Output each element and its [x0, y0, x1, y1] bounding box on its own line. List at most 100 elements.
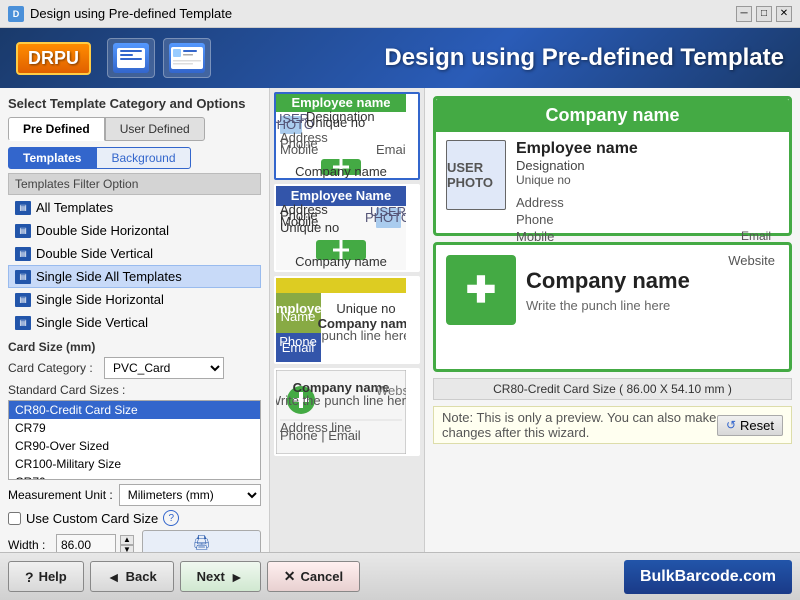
sub-tab-row: Templates Background: [8, 147, 261, 169]
filter-all-templates[interactable]: ▤ All Templates: [8, 196, 261, 219]
printer-icon: 🖨: [193, 534, 211, 551]
tab-predefined[interactable]: Pre Defined: [8, 117, 105, 141]
custom-size-checkbox[interactable]: [8, 512, 21, 525]
card-category-select[interactable]: PVC_Card: [104, 357, 224, 379]
subtab-templates[interactable]: Templates: [8, 147, 96, 169]
filter-single-horizontal[interactable]: ▤ Single Side Horizontal: [8, 288, 261, 311]
width-label: Width :: [8, 538, 52, 552]
address-row: Address: [516, 195, 779, 210]
reset-button[interactable]: ↺ Reset: [717, 415, 783, 436]
card-size-section: Card Size (mm) Card Category : PVC_Card …: [8, 340, 261, 552]
measurement-select[interactable]: Milimeters (mm): [119, 484, 261, 506]
thumb-inner-2: Employee Name USER PHOTO Address Phone M…: [276, 186, 406, 270]
size-info-bar: CR80-Credit Card Size ( 86.00 X 54.10 mm…: [433, 378, 792, 400]
toolbar-left: ? Help ◄ Back Next ► ✕ Cancel: [8, 561, 360, 592]
preview-card-top: Company name USER PHOTO Employee name De…: [433, 96, 792, 236]
close-button[interactable]: ✕: [776, 6, 792, 22]
size-cr79[interactable]: CR79: [9, 419, 260, 437]
svg-text:Unique no: Unique no: [306, 115, 365, 130]
help-label: Help: [39, 569, 67, 584]
right-panel: Company name USER PHOTO Employee name De…: [425, 88, 800, 552]
width-down-btn[interactable]: ▼: [120, 545, 134, 553]
center-panel: Employee name USER PHOTO Designation Uni…: [270, 88, 425, 552]
svg-text:Email: Email: [282, 340, 315, 355]
sizes-list[interactable]: CR80-Credit Card Size CR79 CR90-Over Siz…: [8, 400, 261, 480]
maximize-button[interactable]: □: [756, 6, 772, 22]
title-bar-controls[interactable]: ─ □ ✕: [736, 6, 792, 22]
id-card-inner: [113, 43, 149, 73]
get-size-button[interactable]: 🖨 Get size from Printer: [142, 530, 261, 552]
title-bar-text: Design using Pre-defined Template: [30, 6, 232, 21]
svg-text:Unique no: Unique no: [280, 220, 339, 235]
filter-icon-sv: ▤: [15, 316, 31, 330]
size-cr70[interactable]: CR70: [9, 473, 260, 480]
help-icon[interactable]: ?: [163, 510, 179, 526]
id-card-icon-box-2: [163, 38, 211, 78]
header-title: Design using Pre-defined Template: [384, 44, 784, 72]
panel-title: Select Template Category and Options: [8, 96, 261, 111]
cancel-button[interactable]: ✕ Cancel: [267, 561, 360, 592]
width-input[interactable]: [56, 534, 116, 553]
template-thumb-3[interactable]: Employee Name Phone Email Unique no Comp…: [274, 276, 420, 364]
svg-text:Mobile: Mobile: [280, 142, 318, 157]
back-button[interactable]: ◄ Back: [90, 561, 174, 592]
main-content: Select Template Category and Options Pre…: [0, 88, 800, 552]
filter-double-horizontal[interactable]: ▤ Double Side Horizontal: [8, 219, 261, 242]
next-button[interactable]: Next ►: [180, 561, 261, 592]
preview-card-bottom: Website ✚ Company name Write the punch l…: [433, 242, 792, 372]
minimize-button[interactable]: ─: [736, 6, 752, 22]
template-thumb-2[interactable]: Employee Name USER PHOTO Address Phone M…: [274, 184, 420, 272]
card-category-row: Card Category : PVC_Card: [8, 357, 261, 379]
svg-text:Website: Website: [376, 383, 406, 398]
size-cr80[interactable]: CR80-Credit Card Size: [9, 401, 260, 419]
green-cross-icon: ✚: [446, 255, 516, 325]
card-company-name-header: Company name: [436, 99, 789, 132]
filter-single-all[interactable]: ▤ Single Side All Templates: [8, 265, 261, 288]
template-thumb-4[interactable]: Company name Write the punch line here A…: [274, 368, 420, 456]
custom-size-row: Use Custom Card Size ?: [8, 510, 261, 526]
size-cr90[interactable]: CR90-Over Sized: [9, 437, 260, 455]
website-label: Website: [728, 253, 775, 268]
card-size-label: Card Size (mm): [8, 340, 261, 354]
next-label: Next: [197, 569, 225, 584]
width-up-btn[interactable]: ▲: [120, 535, 134, 545]
size-cr100[interactable]: CR100-Military Size: [9, 455, 260, 473]
tab-userdefined[interactable]: User Defined: [105, 117, 205, 141]
help-button[interactable]: ? Help: [8, 561, 84, 592]
filter-icon-dv: ▤: [15, 247, 31, 261]
cancel-icon: ✕: [284, 568, 296, 585]
filter-icon-sh: ▤: [15, 293, 31, 307]
subtab-background[interactable]: Background: [96, 147, 190, 169]
thumb-inner-1: Employee name USER PHOTO Designation Uni…: [276, 94, 406, 178]
cross-symbol: ✚: [466, 272, 496, 308]
measurement-row: Measurement Unit : Milimeters (mm): [8, 484, 261, 506]
app-icon: D: [8, 6, 24, 22]
id-line-3: [120, 58, 142, 60]
thumbnail-scroll[interactable]: Employee name USER PHOTO Designation Uni…: [270, 88, 424, 552]
note-bar: Note: This is only a preview. You can al…: [433, 406, 792, 444]
bottom-company-name: Company name: [526, 268, 779, 294]
address-label: Address: [516, 195, 566, 210]
svg-text:Unique no: Unique no: [336, 301, 395, 316]
filter-icon-dh: ▤: [15, 224, 31, 238]
header-banner: DRPU Desi: [0, 28, 800, 88]
dimensions-inputs: Width : ▲ ▼ Height : ▲ ▼: [8, 534, 134, 553]
card-info: Employee name Designation Unique no Addr…: [516, 140, 779, 244]
user-photo-box: USER PHOTO: [446, 140, 506, 210]
title-bar: D Design using Pre-defined Template ─ □ …: [0, 0, 800, 28]
svg-text:Employee name: Employee name: [292, 95, 391, 110]
width-row: Width : ▲ ▼: [8, 534, 134, 553]
template-thumb-1[interactable]: Employee name USER PHOTO Designation Uni…: [274, 92, 420, 180]
card-fields: Address Phone Mobile Email: [516, 195, 779, 244]
thumb-svg-4: Company name Write the punch line here A…: [276, 370, 406, 454]
bottom-toolbar: ? Help ◄ Back Next ► ✕ Cancel BulkBarcod…: [0, 552, 800, 600]
card-body-top: USER PHOTO Employee name Designation Uni…: [446, 140, 779, 244]
bottom-card-text: Company name Write the punch line here: [526, 268, 779, 313]
filter-double-vertical[interactable]: ▤ Double Side Vertical: [8, 242, 261, 265]
reset-icon: ↺: [726, 418, 736, 432]
filter-single-vertical[interactable]: ▤ Single Side Vertical: [8, 311, 261, 334]
id-card-graphic: [117, 48, 145, 68]
custom-size-label: Use Custom Card Size: [26, 511, 158, 526]
svg-text:punch line here: punch line here: [322, 328, 406, 343]
next-icon: ►: [230, 569, 244, 585]
